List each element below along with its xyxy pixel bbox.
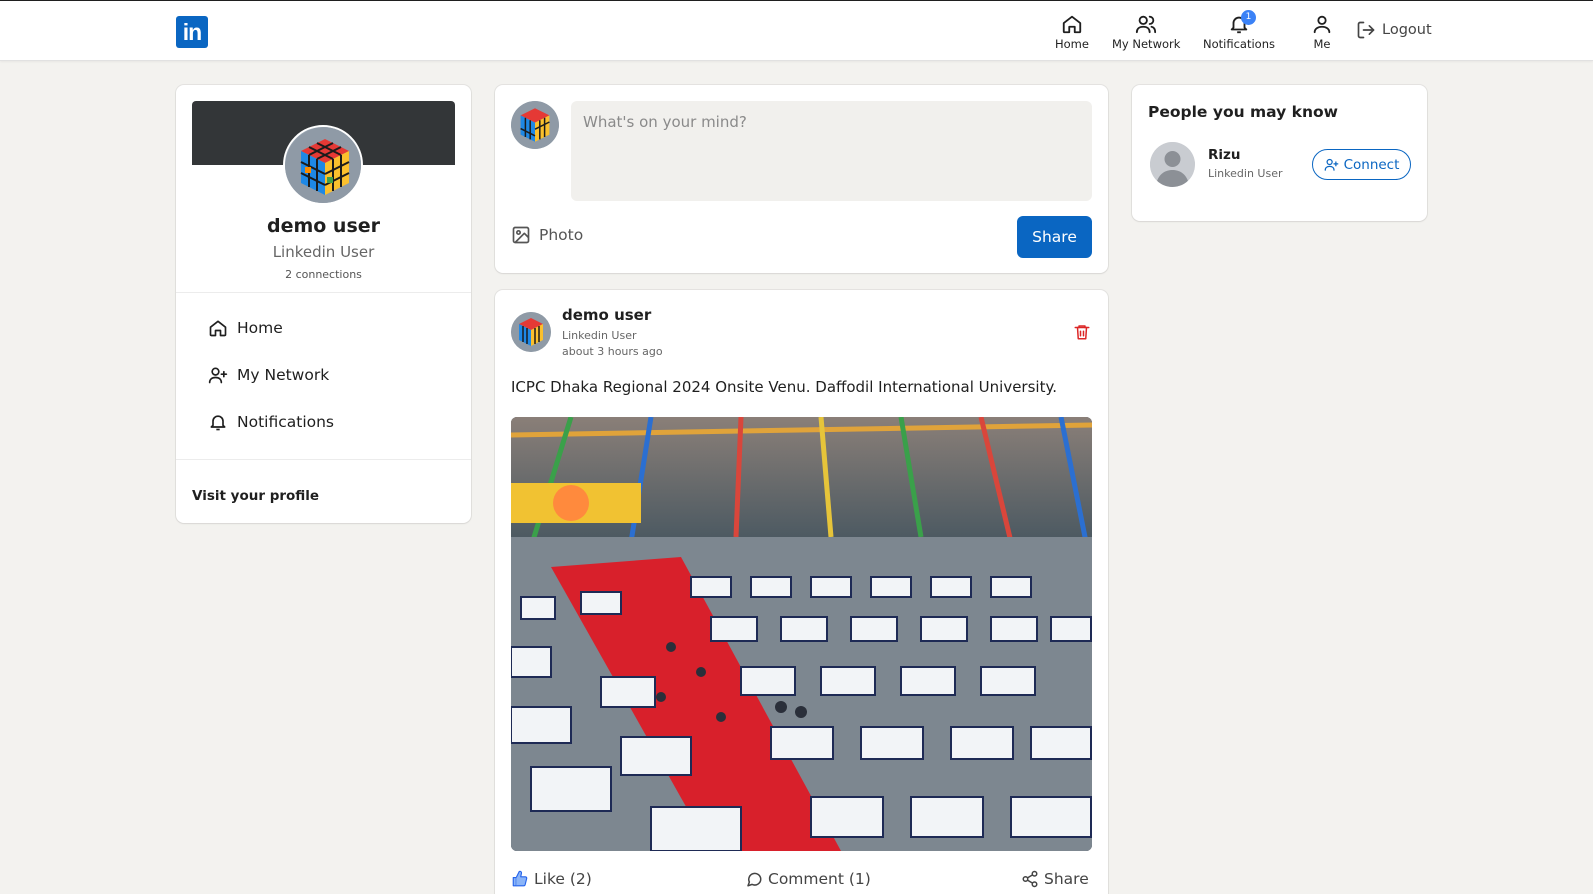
top-navbar: in Home My Network 1 Notifications Me Lo… [0, 0, 1593, 61]
nav-home-label: Home [1055, 37, 1089, 51]
post-photo[interactable] [511, 417, 1092, 851]
sidebar-item-my-network[interactable]: My Network [208, 365, 329, 385]
profile-avatar[interactable] [283, 125, 363, 205]
share-post-button[interactable]: Share [1017, 216, 1092, 258]
like-label: Like (2) [534, 870, 592, 888]
comment-icon [747, 872, 762, 887]
post-composer: Photo Share [495, 85, 1108, 273]
post-author-name[interactable]: demo user [562, 306, 651, 324]
photo-label: Photo [539, 226, 584, 244]
thumbs-up-icon [512, 870, 528, 887]
user-plus-icon [208, 367, 228, 384]
nav-my-network-label: My Network [1112, 37, 1181, 51]
person-headline: Linkedin User [1208, 167, 1283, 180]
share-button[interactable]: Share [1021, 870, 1089, 888]
post-actions-bar: Like (2) Comment (1) Share [511, 870, 1092, 894]
like-button[interactable]: Like (2) [511, 870, 592, 888]
profile-card: demo user Linkedin User 2 connections Ho… [176, 85, 471, 523]
connections-count[interactable]: 2 connections [176, 268, 471, 281]
composer-avatar [511, 101, 559, 149]
add-photo-button[interactable]: Photo [511, 225, 583, 245]
nav-notifications-label: Notifications [1203, 37, 1275, 51]
post-body-text: ICPC Dhaka Regional 2024 Onsite Venu. Da… [511, 378, 1057, 396]
logout-button[interactable]: Logout [1356, 20, 1432, 40]
rubiks-cube-avatar-image [511, 101, 559, 149]
post-text-input[interactable] [571, 101, 1092, 201]
home-icon [209, 320, 227, 337]
post-timestamp: about 3 hours ago [562, 345, 663, 358]
rubiks-cube-avatar-image [511, 312, 551, 352]
delete-post-icon[interactable] [1073, 323, 1091, 341]
notification-badge: 1 [1240, 10, 1256, 25]
card-title: People you may know [1148, 103, 1338, 121]
sidebar-item-notifications[interactable]: Notifications [208, 412, 334, 432]
post-author-headline: Linkedin User [562, 329, 637, 342]
profile-headline: Linkedin User [272, 243, 375, 261]
nav-home[interactable]: Home [1055, 13, 1089, 51]
feed-post: demo user Linkedin User about 3 hours ag… [495, 290, 1108, 894]
users-icon [1136, 15, 1157, 34]
bell-icon [210, 415, 226, 431]
share-icon [1022, 870, 1038, 888]
contest-hall-photo [511, 417, 1092, 851]
sidebar-item-label: Home [237, 319, 283, 337]
sidebar-item-label: My Network [237, 366, 330, 384]
nav-my-network[interactable]: My Network [1112, 13, 1180, 51]
person-avatar[interactable] [1150, 142, 1195, 187]
connect-button[interactable]: Connect [1312, 149, 1411, 180]
logout-icon [1357, 21, 1375, 39]
sidebar-item-home[interactable]: Home [208, 318, 283, 338]
nav-me-label: Me [1313, 37, 1331, 51]
divider [176, 292, 471, 293]
nav-me[interactable]: Me [1311, 13, 1333, 51]
sidebar-item-label: Notifications [237, 413, 335, 431]
user-plus-icon [1324, 158, 1338, 171]
linkedin-logo[interactable]: in [176, 16, 208, 48]
share-label: Share [1044, 870, 1089, 888]
divider [176, 459, 471, 460]
comment-label: Comment (1) [768, 870, 871, 888]
profile-name: demo user [266, 215, 381, 237]
rubiks-cube-avatar-image [285, 127, 361, 203]
user-icon [1313, 15, 1331, 34]
logout-label: Logout [1382, 22, 1432, 38]
image-icon [512, 226, 530, 244]
home-icon [1062, 15, 1082, 34]
comment-button[interactable]: Comment (1) [745, 870, 871, 888]
people-you-may-know-card: People you may know Rizu Linkedin User C… [1132, 85, 1427, 221]
visit-profile-link[interactable]: Visit your profile [192, 488, 319, 504]
post-author-avatar[interactable] [511, 312, 551, 352]
person-name[interactable]: Rizu [1208, 147, 1241, 163]
connect-label: Connect [1343, 156, 1400, 173]
nav-notifications[interactable]: 1 Notifications [1203, 10, 1275, 51]
default-user-icon [1150, 142, 1195, 187]
